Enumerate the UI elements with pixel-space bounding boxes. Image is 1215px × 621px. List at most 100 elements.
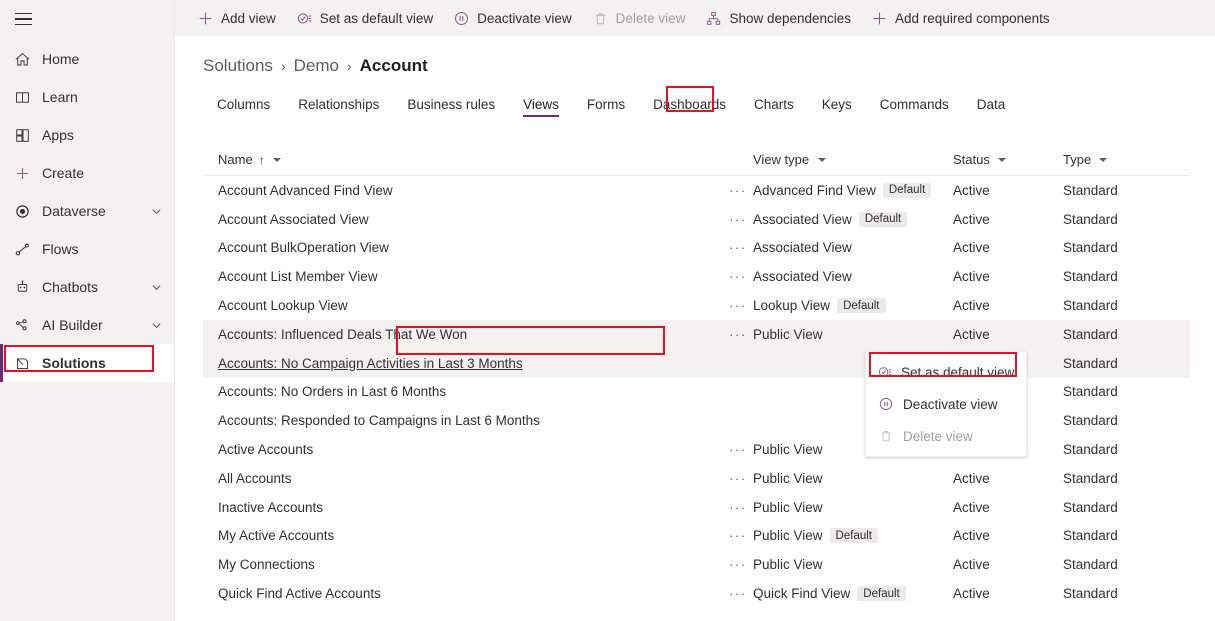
cell-name[interactable]: Account BulkOperation View [203,240,723,255]
cell-type: Standard [1063,356,1175,371]
command-label: Set as default view [319,10,434,26]
view-type-label: Public View [753,557,823,573]
sidebar: Home Learn Apps Create Dataverse Flows C… [0,0,175,621]
cell-type: Standard [1063,557,1175,572]
cell-type: Standard [1063,327,1175,342]
row-more-options-icon[interactable]: ··· [723,269,753,284]
breadcrumb-separator: › [346,58,352,74]
hamburger-icon[interactable] [0,0,46,38]
sidebar-item-solutions[interactable]: Solutions [0,344,174,382]
context-menu-item-set-as-default-view[interactable]: Set as default view [866,356,1026,388]
chevron-down-icon[interactable] [148,282,164,293]
row-more-options-icon[interactable]: ··· [723,212,753,227]
table-row[interactable]: Accounts: No Orders in Last 6 MonthsActi… [203,378,1190,407]
table-row[interactable]: Quick Find Active Accounts ··· Quick Find … [203,579,1190,608]
cell-status: Active [953,183,1063,198]
set-as-default-view-button[interactable]: Set as default view [286,3,443,33]
tab-commands[interactable]: Commands [866,91,963,118]
table-row[interactable]: Active Accounts···Public ViewActiveStand… [203,435,1190,464]
cell-status: Active [953,500,1063,515]
tab-keys[interactable]: Keys [808,91,866,118]
deactivate-view-button[interactable]: Deactivate view [443,3,582,33]
column-header-name[interactable]: Name ↑ [203,152,723,167]
table-row[interactable]: My Active Accounts ··· Public View Default A… [203,522,1190,551]
cell-name[interactable]: Account Advanced Find View [203,183,723,198]
sidebar-item-create[interactable]: Create [0,154,174,192]
cell-name[interactable]: My Connections [203,557,723,572]
cell-type: Standard [1063,442,1175,457]
breadcrumb-item-solutions[interactable]: Solutions [203,56,273,76]
sidebar-item-flows[interactable]: Flows [0,230,174,268]
tab-forms[interactable]: Forms [573,91,639,118]
sidebar-item-label: Dataverse [42,203,106,219]
column-header-view-type[interactable]: View type [753,152,953,167]
breadcrumb-item-demo[interactable]: Demo [294,56,339,76]
column-header-type[interactable]: Type [1063,152,1175,167]
chevron-down-icon[interactable] [148,320,164,331]
row-more-options-icon[interactable]: ··· [723,528,753,543]
default-badge: Default [858,211,908,227]
cell-name[interactable]: My Active Accounts [203,528,723,543]
row-more-options-icon[interactable]: ··· [723,183,753,198]
cell-name[interactable]: Accounts: Influenced Deals That We Won [203,327,723,342]
tab-dashboards[interactable]: Dashboards [639,91,740,118]
table-row[interactable]: Accounts: No Campaign Activities in Last… [203,348,1190,378]
cell-name[interactable]: Accounts: No Campaign Activities in Last… [203,356,723,371]
cell-name[interactable]: All Accounts [203,471,723,486]
chevron-down-icon[interactable] [997,157,1006,162]
cell-name[interactable]: Accounts: No Orders in Last 6 Months [203,384,723,399]
table-row[interactable]: Account Advanced Find View ··· Advanced Fi… [203,176,1190,205]
cell-name[interactable]: Account Associated View [203,212,723,227]
chevron-down-icon[interactable] [818,157,827,162]
tab-views[interactable]: Views [509,91,573,118]
cell-name[interactable]: Account List Member View [203,269,723,284]
row-more-options-icon[interactable]: ··· [723,586,753,601]
status-label: Active [953,470,990,486]
table-row[interactable]: All Accounts ··· Public View Active Standard [203,464,1190,493]
show-dependencies-button[interactable]: Show dependencies [695,3,861,33]
row-more-options-icon[interactable]: ··· [723,327,753,342]
cell-name[interactable]: Inactive Accounts [203,500,723,515]
sidebar-item-apps[interactable]: Apps [0,116,174,154]
cell-type: Standard [1063,298,1175,313]
table-row[interactable]: Account BulkOperation View ··· Associated … [203,234,1190,263]
context-menu-item-deactivate-view[interactable]: Deactivate view [866,388,1026,420]
row-more-options-icon[interactable]: ··· [723,557,753,572]
column-header-status[interactable]: Status [953,152,1063,167]
cell-name[interactable]: Quick Find Active Accounts [203,586,723,601]
chevron-down-icon[interactable] [1099,157,1108,162]
table-row[interactable]: Account Associated View ··· Associated Vie… [203,205,1190,234]
row-more-options-icon[interactable]: ··· [723,442,753,457]
tab-columns[interactable]: Columns [203,91,284,118]
sidebar-item-ai-builder[interactable]: AI Builder [0,306,174,344]
tab-relationships[interactable]: Relationships [284,91,393,118]
tab-data[interactable]: Data [963,91,1020,118]
sidebar-item-learn[interactable]: Learn [0,78,174,116]
add-required-components-button[interactable]: Add required components [861,3,1060,33]
chevron-down-icon[interactable] [272,157,281,162]
cell-name[interactable]: Active Accounts [203,442,723,457]
table-row[interactable]: Accounts: Influenced Deals That We Won ··… [203,319,1190,349]
cell-name[interactable]: Accounts: Responded to Campaigns in Last… [203,413,723,428]
cell-name[interactable]: Account Lookup View [203,298,723,313]
row-more-options-icon[interactable]: ··· [723,471,753,486]
command-label: Add view [221,10,276,26]
row-more-options-icon[interactable]: ··· [723,240,753,255]
sidebar-item-chatbots[interactable]: Chatbots [0,268,174,306]
chevron-down-icon[interactable] [148,206,164,217]
tab-business-rules[interactable]: Business rules [393,91,509,118]
table-row[interactable]: Account List Member View ··· Associated Vi… [203,262,1190,291]
sidebar-item-dataverse[interactable]: Dataverse [0,192,174,230]
sidebar-item-label: Home [42,51,80,67]
table-row[interactable]: My Connections ··· Public View Active Standa… [203,550,1190,579]
row-more-options-icon[interactable]: ··· [723,500,753,515]
sidebar-item-home[interactable]: Home [0,40,174,78]
row-more-options-icon[interactable]: ··· [723,298,753,313]
tab-charts[interactable]: Charts [740,91,808,118]
table-row[interactable]: Account Lookup View ··· Lookup View Default… [203,291,1190,320]
cell-view-type: Advanced Find View Default [753,182,953,198]
type-label: Standard [1063,240,1118,256]
table-row[interactable]: Accounts: Responded to Campaigns in Last… [203,406,1190,435]
add-view-button[interactable]: Add view [187,3,286,33]
table-row[interactable]: Inactive Accounts ··· Public View Active Sta… [203,493,1190,522]
